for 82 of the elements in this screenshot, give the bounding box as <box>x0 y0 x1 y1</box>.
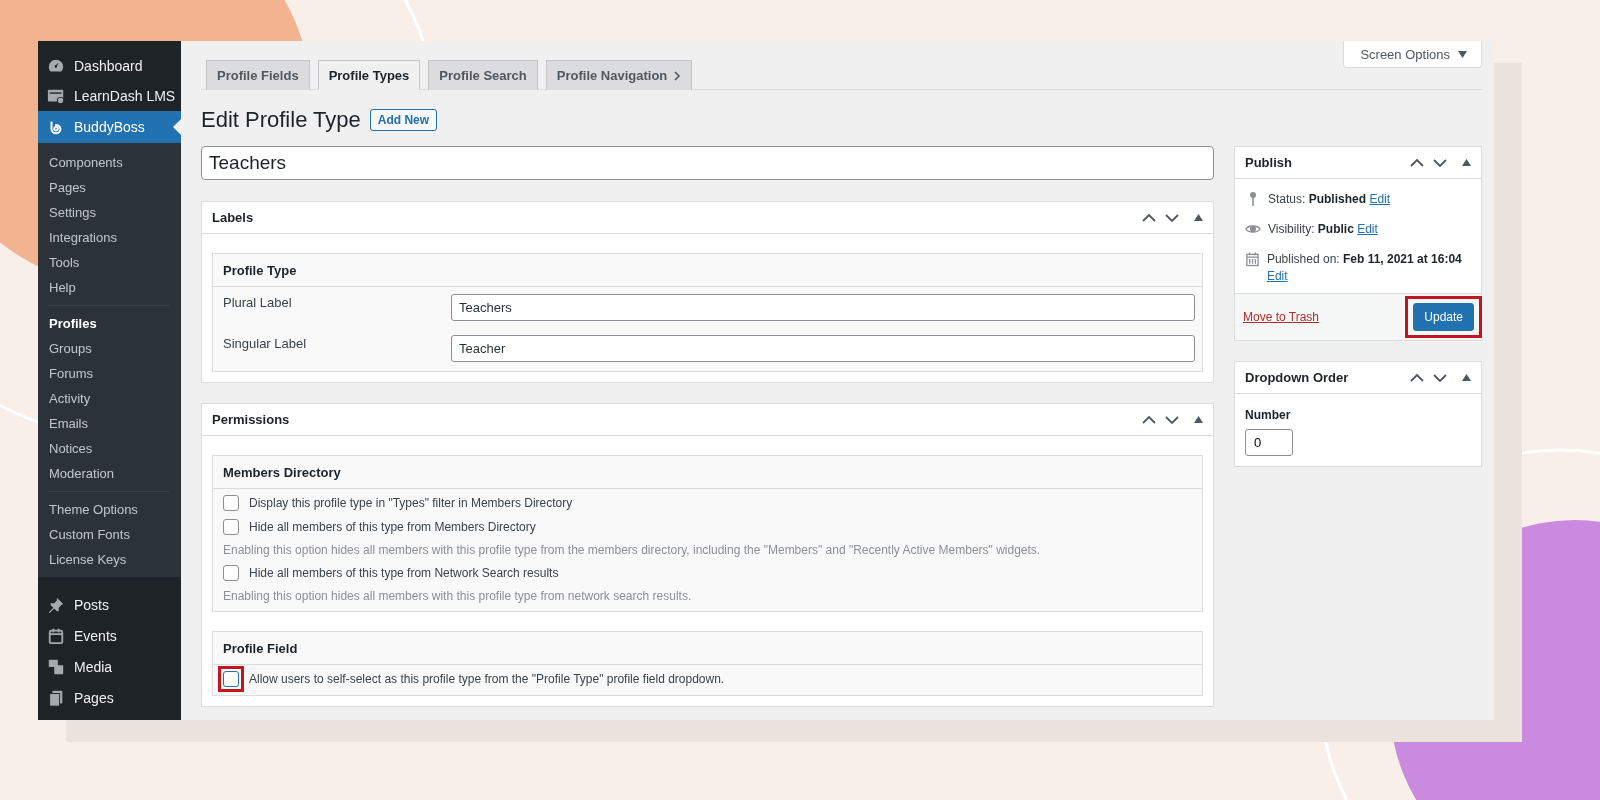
chevron-down-icon[interactable] <box>1165 212 1179 223</box>
publish-info-text: Published on: Feb 11, 2021 at 16:04 Edit <box>1266 251 1463 285</box>
submenu-item[interactable]: Notices <box>38 436 181 461</box>
submenu-item[interactable]: Pages <box>38 175 181 200</box>
edit-link[interactable]: Edit <box>1357 222 1378 236</box>
collapse-triangle-icon[interactable] <box>1462 159 1471 166</box>
checkbox-label: Hide all members of this type from Network Search results <box>249 566 559 580</box>
chevron-up-icon[interactable] <box>1142 414 1156 425</box>
chevron-down-icon[interactable] <box>1433 372 1447 383</box>
sidebar-menu-item[interactable]: BuddyBoss <box>38 111 181 143</box>
sidebar-menu-item[interactable]: Events <box>38 620 181 651</box>
submenu-item[interactable]: Activity <box>38 386 181 411</box>
current-menu-pointer-icon <box>173 119 181 135</box>
calendar-icon <box>47 626 65 645</box>
text-input-field[interactable]: Teachers <box>451 294 1195 321</box>
checkbox[interactable] <box>223 495 239 511</box>
collapse-triangle-icon[interactable] <box>1194 416 1203 423</box>
nav-tab[interactable]: Profile Navigation <box>545 60 693 90</box>
chevron-up-icon[interactable] <box>1410 372 1424 383</box>
submenu-item[interactable]: Profiles <box>38 311 181 336</box>
submenu-item[interactable]: Groups <box>38 336 181 361</box>
submenu-item[interactable]: Settings <box>38 200 181 225</box>
submenu-item[interactable]: Emails <box>38 411 181 436</box>
chevron-down-icon[interactable] <box>1433 157 1447 168</box>
submenu-item[interactable]: Moderation <box>38 461 181 486</box>
checkbox-label: Allow users to self-select as this profile type from the "Profile Type" profile field dropdown. <box>249 672 725 686</box>
pin-icon <box>47 595 65 614</box>
panel-title: Permissions <box>212 412 290 427</box>
calendar-icon <box>1245 251 1260 267</box>
submenu-item[interactable]: Forums <box>38 361 181 386</box>
checkbox-label: Hide all members of this type from Members Directory <box>249 520 536 534</box>
edit-link[interactable]: Edit <box>1266 269 1288 283</box>
checkbox[interactable] <box>223 671 239 687</box>
panel-title: Labels <box>212 210 254 225</box>
checkbox-label: Display this profile type in "Types" filter in Members Directory <box>249 496 573 510</box>
publish-info-text: Visibility: Public Edit <box>1268 221 1378 238</box>
option-description: Enabling this option hides all members with this profile type from network search results. <box>223 589 693 603</box>
title-input-field[interactable]: Teachers <box>201 146 1214 180</box>
sidebar-menu-item[interactable]: Dashboard <box>38 51 181 81</box>
field-label: Singular Label <box>223 335 308 351</box>
checkbox[interactable] <box>223 565 239 581</box>
number-input-field[interactable]: 0 <box>1245 429 1293 456</box>
section-title: Profile Type <box>213 254 1202 287</box>
publish-info-text: Status: Published Edit <box>1268 191 1391 208</box>
field-label: Number <box>1245 408 1292 422</box>
panel-title: Publish <box>1245 155 1292 170</box>
submenu-item[interactable]: Theme Options <box>38 497 181 522</box>
sidebar-menu-item[interactable]: Media <box>38 651 181 682</box>
sidebar-menu-item[interactable]: Posts <box>38 589 181 620</box>
checkbox[interactable] <box>223 519 239 535</box>
submenu-item[interactable]: Custom Fonts <box>38 522 181 547</box>
move-to-trash-link[interactable]: Move to Trash <box>1243 310 1320 324</box>
page-title: Edit Profile Type <box>201 107 361 133</box>
edit-link[interactable]: Edit <box>1369 192 1391 206</box>
collapse-triangle-icon[interactable] <box>1194 214 1203 221</box>
screen-options-button[interactable]: Screen Options <box>1343 41 1482 68</box>
section-title: Members Directory <box>213 456 1202 489</box>
submenu-item[interactable]: Integrations <box>38 225 181 250</box>
submenu-item[interactable]: License Keys <box>38 547 181 572</box>
section-title: Profile Field <box>213 632 1202 665</box>
add-new-button[interactable]: Add New <box>369 109 438 131</box>
submenu-item[interactable]: Help <box>38 275 181 300</box>
update-button[interactable]: Update <box>1413 303 1474 331</box>
sidebar-menu-item[interactable]: LearnDash LMS <box>38 81 181 111</box>
nav-tab[interactable]: Profile Types <box>317 60 421 90</box>
sidebar-menu-item[interactable]: Pages <box>38 682 181 713</box>
chevron-up-icon[interactable] <box>1410 157 1424 168</box>
nav-tab[interactable]: Profile Fields <box>206 60 310 90</box>
chevron-down-icon[interactable] <box>1165 414 1179 425</box>
screen-icon <box>47 87 65 105</box>
nav-tab[interactable]: Profile Search <box>428 60 538 90</box>
caret-down-icon <box>1458 50 1467 58</box>
panel-title: Dropdown Order <box>1245 370 1349 385</box>
collapse-triangle-icon[interactable] <box>1462 374 1471 381</box>
submenu-item[interactable]: Components <box>38 150 181 175</box>
submenu-item[interactable]: Tools <box>38 250 181 275</box>
pages-icon <box>47 688 65 707</box>
media-icon <box>47 657 65 676</box>
option-description: Enabling this option hides all members with this profile type from the members directory, including the "Members" and "Recently Active Members" widgets. <box>223 543 1042 557</box>
text-input-field[interactable]: Teacher <box>451 335 1195 362</box>
chevron-up-icon[interactable] <box>1142 212 1156 223</box>
field-label: Plural Label <box>223 294 293 310</box>
